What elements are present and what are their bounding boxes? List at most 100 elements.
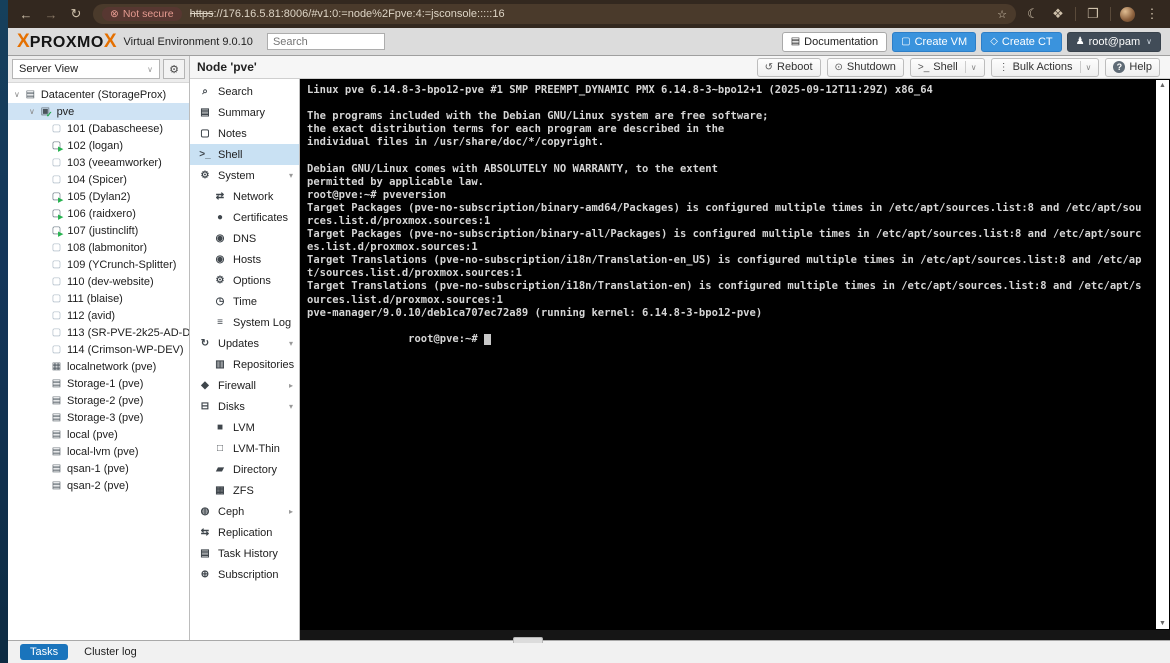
chevron-down-icon: ∨ xyxy=(1146,37,1152,46)
tree-item[interactable]: ▢ ✓ ▶ 105 (Dylan2) xyxy=(8,188,189,205)
tree-item[interactable]: ▢ ✓ ▶ 109 (YCrunch-Splitter) xyxy=(8,256,189,273)
menu-item[interactable]: ◆ Firewall ▸ xyxy=(190,375,299,396)
tab-cluster-log[interactable]: Cluster log xyxy=(84,646,137,658)
menu-item-label: Firewall xyxy=(218,379,256,392)
url-text[interactable]: https://176.16.5.81:8006/#v1:0:=node%2Fp… xyxy=(190,8,505,20)
shutdown-button[interactable]: ⊙ Shutdown xyxy=(826,57,904,77)
extensions-icon[interactable]: ❖ xyxy=(1050,6,1066,22)
menu-item[interactable]: ⊕ Subscription xyxy=(190,564,299,585)
menu-expander-icon[interactable]: ▸ xyxy=(289,381,293,390)
tree-expander-icon[interactable]: ∨ xyxy=(29,107,35,116)
menu-item[interactable]: ⌕ Search xyxy=(190,81,299,102)
tree-item[interactable]: ▢ ✓ ▶ 103 (veeamworker) xyxy=(8,154,189,171)
splitter-handle[interactable] xyxy=(513,637,543,643)
menu-expander-icon[interactable]: ▾ xyxy=(289,171,293,180)
menu-item-label: Repositories xyxy=(233,358,295,371)
tree-item[interactable]: ∨ ▤ ✓ ▶ Datacenter (StorageProx) xyxy=(8,86,189,103)
tree-item[interactable]: ▢ ✓ ▶ 112 (avid) xyxy=(8,307,189,324)
menu-item[interactable]: ⊟ Disks ▾ xyxy=(190,396,299,417)
user-menu-button[interactable]: ♟ root@pam ∨ xyxy=(1066,31,1161,52)
menu-item[interactable]: ▤ Summary xyxy=(190,102,299,123)
menu-item[interactable]: >_ Shell xyxy=(190,144,299,165)
tree-item[interactable]: ▢ ✓ ▶ 107 (justinclift) xyxy=(8,222,189,239)
tree-item[interactable]: ▢ ✓ ▶ 106 (raidxero) xyxy=(8,205,189,222)
vm-running-icon: ▶ xyxy=(58,146,64,153)
menu-item[interactable]: ▢ Notes xyxy=(190,123,299,144)
tree-item[interactable]: ▤ ✓ ▶ qsan-1 (pve) xyxy=(8,460,189,477)
menu-item[interactable]: ▰ Directory xyxy=(190,459,299,480)
menu-item[interactable]: ⇆ Replication xyxy=(190,522,299,543)
tree-item[interactable]: ▢ ✓ ▶ 101 (Dabascheese) xyxy=(8,120,189,137)
tree-settings-button[interactable]: ⚙ xyxy=(163,59,185,79)
forward-icon[interactable]: → xyxy=(43,7,59,22)
menu-item[interactable]: ◍ Ceph ▸ xyxy=(190,501,299,522)
menu-item[interactable]: ▤ Task History xyxy=(190,543,299,564)
shell-terminal[interactable]: Linux pve 6.14.8-3-bpo12-pve #1 SMP PREE… xyxy=(300,79,1170,630)
menu-item[interactable]: □ LVM-Thin xyxy=(190,438,299,459)
terminal-scrollbar[interactable]: ▲ ▼ xyxy=(1156,80,1169,629)
menu-item[interactable]: ◉ DNS xyxy=(190,228,299,249)
back-icon[interactable]: ← xyxy=(18,7,34,22)
browser-profile-avatar[interactable] xyxy=(1120,6,1135,22)
shell-button[interactable]: >_ Shell ∨ xyxy=(909,57,985,77)
menu-item[interactable]: ■ LVM xyxy=(190,417,299,438)
create-vm-button[interactable]: ▢ Create VM xyxy=(892,31,977,52)
chevron-down-icon[interactable]: ∨ xyxy=(964,61,977,73)
menu-item[interactable]: ◷ Time xyxy=(190,291,299,312)
tree-item-icon: ▤ xyxy=(51,378,62,389)
scroll-down-icon[interactable]: ▼ xyxy=(1159,620,1166,627)
help-button[interactable]: ? Help xyxy=(1105,57,1160,77)
menu-item[interactable]: ▦ ZFS xyxy=(190,480,299,501)
menu-expander-icon[interactable]: ▾ xyxy=(289,339,293,348)
tree-item[interactable]: ▤ ✓ ▶ Storage-2 (pve) xyxy=(8,392,189,409)
theme-moon-icon[interactable]: ☾ xyxy=(1025,6,1041,22)
menu-item-icon: ◉ xyxy=(215,254,225,265)
menu-expander-icon[interactable]: ▸ xyxy=(289,507,293,516)
tree-expander-icon[interactable]: ∨ xyxy=(14,90,20,99)
global-search-input[interactable] xyxy=(266,33,385,50)
scroll-up-icon[interactable]: ▲ xyxy=(1159,82,1166,89)
view-selector[interactable]: Server View ∨ xyxy=(12,59,160,79)
create-ct-button[interactable]: ◇ Create CT xyxy=(981,31,1062,52)
browser-menu-icon[interactable]: ⋮ xyxy=(1144,6,1160,22)
tree-item[interactable]: ▢ ✓ ▶ 102 (logan) xyxy=(8,137,189,154)
documentation-button[interactable]: ▤ Documentation xyxy=(781,31,888,52)
content-panel: Node 'pve' ↺ Reboot ⊙ Shutdown >_ Shell xyxy=(190,56,1170,640)
logo-x-tail: X xyxy=(103,30,117,52)
menu-item[interactable]: ▥ Repositories xyxy=(190,354,299,375)
menu-item[interactable]: ⚙ Options xyxy=(190,270,299,291)
chevron-down-icon[interactable]: ∨ xyxy=(1079,61,1091,73)
tree-item[interactable]: ▢ ✓ ▶ 110 (dev-website) xyxy=(8,273,189,290)
terminal-line: Target Packages (pve-no-subscription/bin… xyxy=(307,228,1142,241)
side-panel-icon[interactable]: ❐ xyxy=(1085,6,1101,22)
tree-item[interactable]: ▢ ✓ ▶ 114 (Crimson-WP-DEV) xyxy=(8,341,189,358)
tree-item[interactable]: ▢ ✓ ▶ 111 (blaise) xyxy=(8,290,189,307)
tab-tasks[interactable]: Tasks xyxy=(20,644,69,660)
menu-expander-icon[interactable]: ▾ xyxy=(289,402,293,411)
reboot-button[interactable]: ↺ Reboot xyxy=(756,57,821,77)
tree-item[interactable]: ▢ ✓ ▶ 108 (labmonitor) xyxy=(8,239,189,256)
menu-item[interactable]: ⇄ Network xyxy=(190,186,299,207)
tree-item[interactable]: ▤ ✓ ▶ local-lvm (pve) xyxy=(8,443,189,460)
tree-item-icon: ▢ xyxy=(51,242,62,253)
bulk-actions-button[interactable]: ⋮ Bulk Actions ∨ xyxy=(990,57,1100,77)
menu-item[interactable]: ◉ Hosts xyxy=(190,249,299,270)
tree-item[interactable]: ▢ ✓ ▶ 104 (Spicer) xyxy=(8,171,189,188)
menu-item-label: LVM-Thin xyxy=(233,442,280,455)
tree-item[interactable]: ▤ ✓ ▶ qsan-2 (pve) xyxy=(8,477,189,494)
address-bar[interactable]: ⊗ Not secure https://176.16.5.81:8006/#v… xyxy=(93,4,1016,24)
menu-item[interactable]: ≡ System Log xyxy=(190,312,299,333)
tree-item[interactable]: ∨ ▣ ✓ ▶ pve xyxy=(8,103,189,120)
tree-item[interactable]: ▤ ✓ ▶ Storage-3 (pve) xyxy=(8,409,189,426)
menu-item[interactable]: ● Certificates xyxy=(190,207,299,228)
bookmark-star-icon[interactable]: ☆ xyxy=(997,8,1007,21)
menu-item[interactable]: ⚙ System ▾ xyxy=(190,165,299,186)
not-secure-badge[interactable]: ⊗ Not secure xyxy=(102,7,182,21)
reload-icon[interactable]: ↻ xyxy=(68,6,84,22)
tree-item[interactable]: ▦ ✓ ▶ localnetwork (pve) xyxy=(8,358,189,375)
tree-item[interactable]: ▢ ✓ ▶ 113 (SR-PVE-2k25-AD-DC) xyxy=(8,324,189,341)
menu-item-icon: ▤ xyxy=(200,548,210,559)
tree-item[interactable]: ▤ ✓ ▶ Storage-1 (pve) xyxy=(8,375,189,392)
menu-item[interactable]: ↻ Updates ▾ xyxy=(190,333,299,354)
tree-item[interactable]: ▤ ✓ ▶ local (pve) xyxy=(8,426,189,443)
